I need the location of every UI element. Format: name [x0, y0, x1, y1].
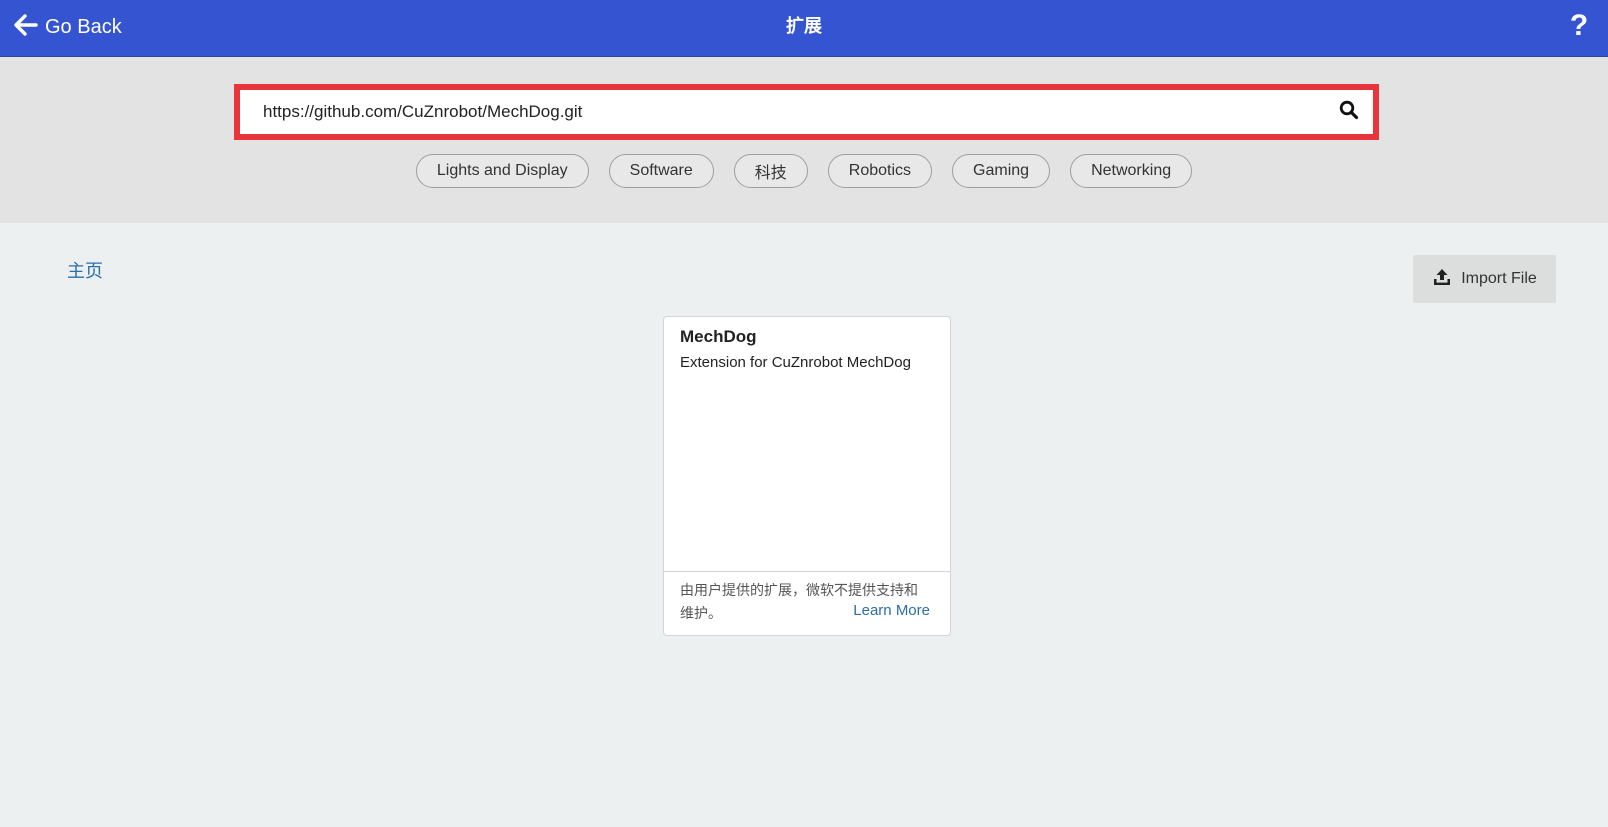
extension-name: MechDog [680, 327, 757, 346]
category-chips: Lights and Display Software 科技 Robotics … [0, 154, 1608, 188]
extension-description: Extension for CuZnrobot MechDog [680, 354, 911, 371]
search-input[interactable] [240, 90, 1340, 134]
category-chip[interactable]: Software [608, 154, 714, 188]
extension-card[interactable]: MechDog Extension for CuZnrobot MechDog … [663, 316, 951, 636]
search-box [234, 84, 1379, 140]
help-icon[interactable]: ? [1564, 8, 1594, 44]
category-chip[interactable]: Gaming [952, 154, 1051, 188]
top-bar: Go Back 扩展 ? [0, 0, 1608, 57]
category-chip[interactable]: 科技 [733, 154, 808, 188]
search-icon [1339, 100, 1359, 124]
search-button[interactable] [1331, 90, 1367, 134]
category-chip[interactable]: Robotics [827, 154, 933, 188]
extension-card-footer: 由用户提供的扩展，微软不提供支持和维护。 Learn More [664, 571, 950, 635]
import-file-label: Import File [1461, 270, 1537, 287]
category-chip[interactable]: Lights and Display [415, 154, 589, 188]
upload-icon [1432, 267, 1461, 291]
breadcrumb-home-link[interactable]: 主页 [67, 257, 103, 283]
learn-more-link[interactable]: Learn More [847, 602, 930, 619]
search-area: Lights and Display Software 科技 Robotics … [0, 57, 1608, 223]
page-title: 扩展 [786, 16, 822, 37]
category-chip[interactable]: Networking [1070, 154, 1193, 188]
import-file-button[interactable]: Import File [1413, 255, 1556, 303]
